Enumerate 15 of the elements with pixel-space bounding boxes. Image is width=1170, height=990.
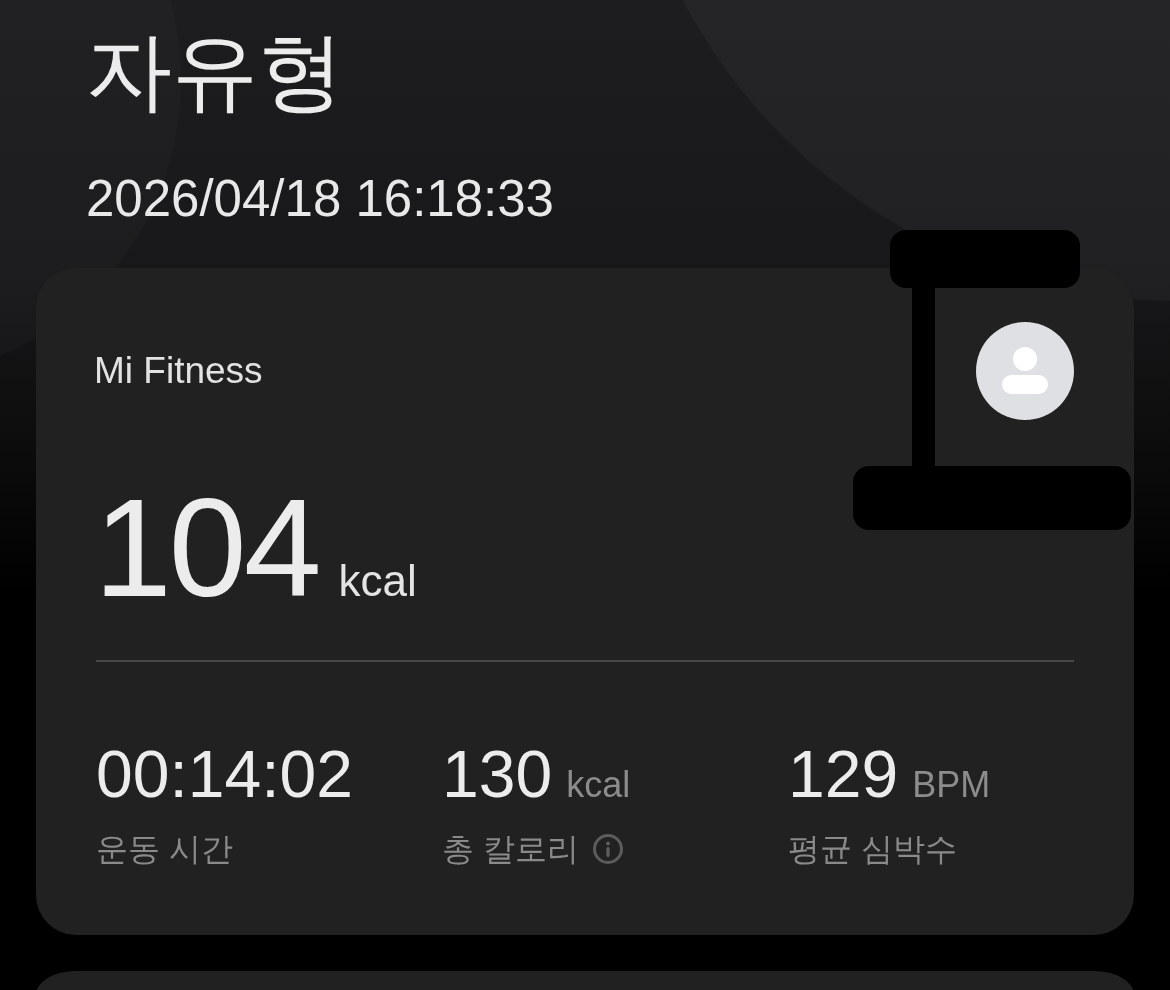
stat-label: 운동 시간 <box>96 830 233 870</box>
stat-value: 130 <box>442 741 553 808</box>
avatar-icon <box>976 322 1074 421</box>
stat-label: 총 칼로리 <box>442 830 579 870</box>
stat-label: 평균 심박수 <box>788 830 957 870</box>
source-app-name: Mi Fitness <box>94 350 263 393</box>
stat-value: 129 <box>788 741 899 808</box>
calories-unit: kcal <box>338 556 417 607</box>
info-icon[interactable] <box>592 834 623 865</box>
stat-value: 00:14:02 <box>96 741 353 808</box>
stat-unit: BPM <box>912 764 991 807</box>
stat-unit: kcal <box>566 764 631 807</box>
workout-datetime: 2026/04/18 16:18:33 <box>86 173 554 225</box>
workout-title: 자유형 <box>86 26 344 117</box>
calories-value: 104 <box>94 478 319 619</box>
